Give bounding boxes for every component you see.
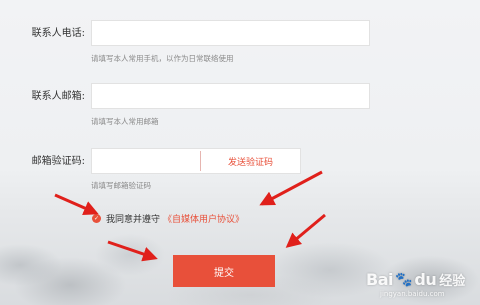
phone-label: 联系人电话: (31, 28, 85, 39)
agreement-text: 我同意并遵守 (106, 214, 161, 225)
phone-input[interactable] (91, 20, 370, 46)
watermark-brand2: du (414, 270, 437, 289)
email-hint: 请填写本人常用邮箱 (91, 117, 159, 126)
agreement-link[interactable]: 《自媒体用户协议》 (163, 212, 244, 225)
watermark-brand: Bai (366, 270, 393, 289)
watermark-jingyan: 经验 (439, 274, 466, 289)
send-code-button[interactable]: 发送验证码 (200, 151, 300, 171)
watermark-url: jingyan.baidu.com (380, 290, 445, 298)
email-label: 联系人邮箱: (31, 91, 85, 102)
agreement-row: ✓ 我同意并遵守 《自媒体用户协议》 (92, 211, 244, 225)
baidu-watermark: Bai 🐾 du 经验 (366, 270, 465, 289)
code-label: 邮箱验证码: (31, 156, 85, 167)
phone-hint: 请填写本人常用手机，以作为日常联络使用 (91, 54, 234, 63)
email-input[interactable] (91, 83, 370, 109)
baidu-paw-icon: 🐾 (394, 271, 413, 288)
submit-button[interactable]: 提交 (173, 255, 275, 287)
code-hint: 请填写邮箱验证码 (91, 181, 151, 190)
check-icon[interactable]: ✓ (92, 213, 101, 223)
